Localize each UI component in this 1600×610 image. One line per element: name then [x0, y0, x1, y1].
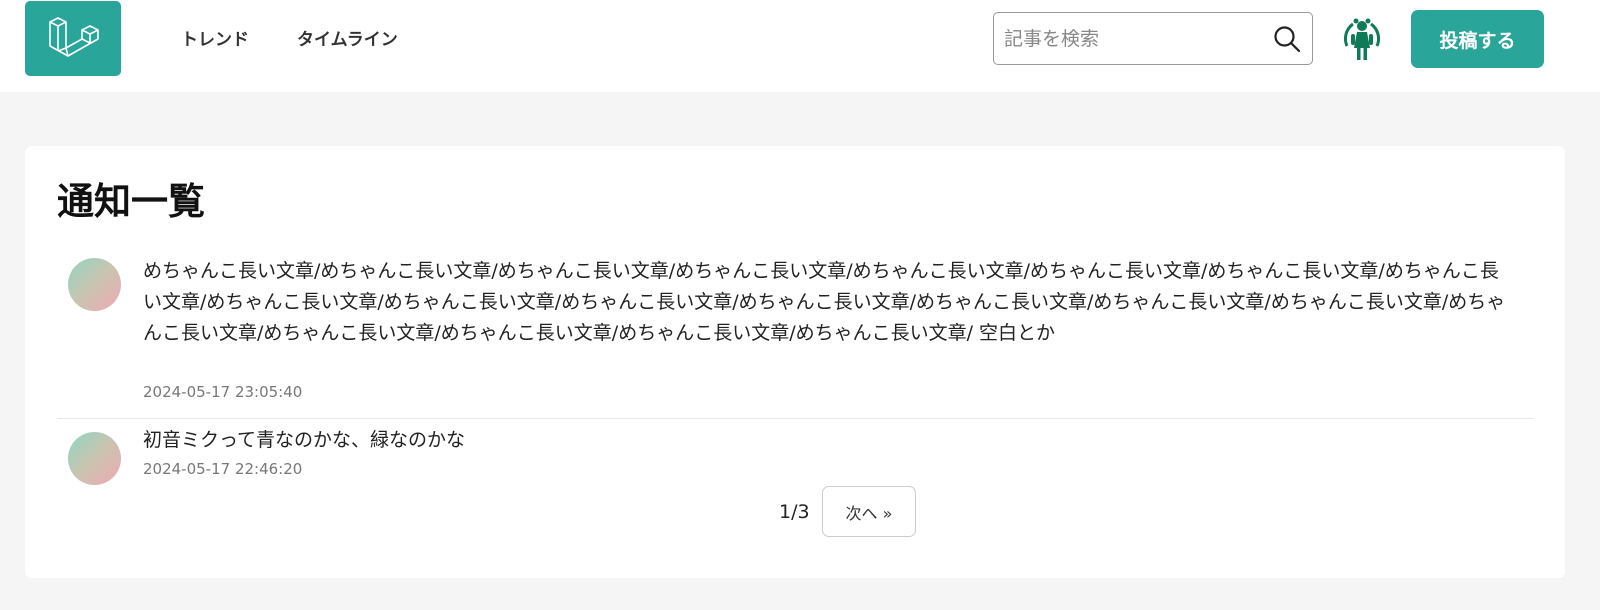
search-icon[interactable]: [1273, 25, 1301, 53]
nav-timeline[interactable]: タイムライン: [297, 28, 398, 52]
post-button[interactable]: 投稿する: [1411, 10, 1544, 68]
page-title: 通知一覧: [57, 180, 205, 223]
notification-text: 初音ミクって青なのかな、緑なのかな: [143, 429, 466, 451]
laravel-logo-icon[interactable]: [25, 1, 121, 76]
header: トレンド タイムライン 投稿する: [0, 0, 1600, 92]
page-indicator: 1/3: [779, 501, 810, 523]
search-input[interactable]: [1004, 13, 1254, 64]
user-avatar-icon[interactable]: [1337, 14, 1387, 64]
notification-text: めちゃんこ長い文章/めちゃんこ長い文章/めちゃんこ長い文章/めちゃんこ長い文章/…: [143, 260, 1506, 344]
divider: [57, 418, 1533, 419]
notification-card: 通知一覧 めちゃんこ長い文章/めちゃんこ長い文章/めちゃんこ長い文章/めちゃんこ…: [25, 146, 1565, 578]
nav-trend[interactable]: トレンド: [181, 28, 249, 52]
avatar: [68, 432, 121, 485]
avatar: [68, 258, 121, 311]
search-box: [993, 12, 1313, 65]
notification-date: 2024-05-17 23:05:40: [143, 383, 303, 401]
next-page-button[interactable]: 次へ »: [822, 486, 916, 537]
notification-date: 2024-05-17 22:46:20: [143, 460, 303, 478]
